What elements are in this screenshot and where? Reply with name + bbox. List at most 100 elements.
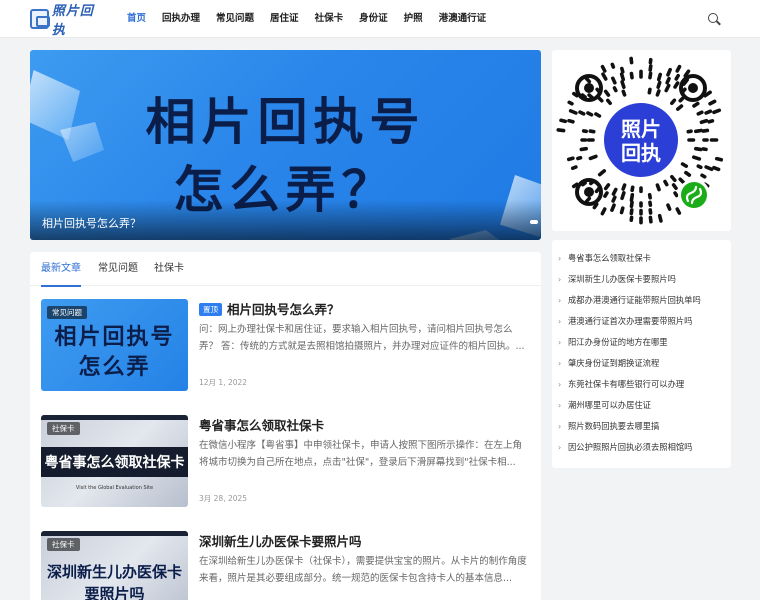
tab-latest[interactable]: 最新文章	[41, 252, 81, 287]
qr-code-mark	[629, 71, 634, 80]
qr-code-mark	[603, 191, 609, 198]
tab-social-security[interactable]: 社保卡	[154, 252, 184, 286]
sidebar-link[interactable]: › 深圳新生儿办医保卡要照片吗	[558, 269, 728, 289]
tab-faq[interactable]: 常见问题	[98, 252, 138, 286]
qr-code-mark	[629, 200, 634, 209]
sidebar-link[interactable]: › 阳江办身份证的地方在哪里	[558, 332, 728, 352]
qr-finder-eye-center	[688, 83, 698, 93]
category-tag[interactable]: 常见问题	[47, 306, 87, 319]
article-title-row: 置顶 相片回执号怎么弄？	[199, 299, 340, 318]
sidebar-link[interactable]: › 东莞社保卡有哪些银行可以办理	[558, 374, 728, 394]
article-item: 相片回执号 怎么弄 常见问题 置顶 相片回执号怎么弄？ 问：网上办理社保卡和居住证…	[41, 299, 529, 391]
banner-dot[interactable]	[530, 220, 538, 224]
nav-hk-macau-pass[interactable]: 港澳通行证	[431, 0, 495, 38]
qr-center-text: 照片	[621, 117, 661, 141]
article-title[interactable]: 深圳新生儿办医保卡要照片吗	[199, 531, 362, 550]
qr-code-mark	[692, 101, 700, 108]
qr-code-mark	[678, 177, 686, 185]
category-tag[interactable]: 社保卡	[47, 538, 80, 551]
thumb-title-2: 要照片吗	[84, 585, 145, 600]
chevron-right-icon: ›	[558, 254, 562, 263]
sidebar-link-label: 因公护照照片回执必须去照相馆吗	[568, 442, 693, 452]
main-nav: 首页 回执办理 常见问题 居住证 社保卡 身份证 护照 港澳通行证	[119, 0, 494, 38]
qr-code-mark	[570, 165, 578, 171]
qr-code-mark	[696, 164, 703, 170]
sidebar-link[interactable]: › 成都办港澳通行证能带照片回执单吗	[558, 290, 728, 310]
thumb-decoration	[41, 531, 188, 536]
qr-code-mark	[656, 72, 663, 82]
qr-code-mark	[611, 76, 617, 85]
qr-code-mark	[675, 207, 682, 215]
qr-code-mark	[701, 128, 710, 133]
article-item: 粤省事怎么领取社保卡 Visit the Global Evaluation S…	[41, 415, 529, 507]
sidebar-link[interactable]: › 粤省事怎么领取社保卡	[558, 248, 728, 268]
chevron-right-icon: ›	[558, 296, 562, 305]
wechat-mini-program-icon	[678, 179, 710, 211]
qr-code-mark	[600, 64, 607, 73]
qr-code-mark	[708, 99, 717, 106]
qr-code-mark	[630, 185, 635, 193]
qr-code-mark	[605, 98, 612, 106]
article-tabs: 最新文章 常见问题 社保卡	[30, 252, 541, 287]
sidebar-link[interactable]: › 照片数码回执要去哪里搞	[558, 416, 728, 436]
qr-code-mark	[588, 154, 598, 161]
hero-banner[interactable]: 相片回执号 怎么弄？ 相片回执号怎么弄？	[30, 50, 541, 240]
nav-faq[interactable]: 常见问题	[208, 0, 262, 38]
nav-passport[interactable]: 护照	[396, 0, 431, 38]
nav-residence-permit[interactable]: 居住证	[262, 0, 307, 38]
sidebar-link[interactable]: › 港澳通行证首次办理需要带照片吗	[558, 311, 728, 331]
article-thumbnail[interactable]: 深圳新生儿办医保卡 要照片吗 社保卡	[41, 531, 188, 600]
sidebar-link-label: 港澳通行证首次办理需要带照片吗	[568, 316, 693, 326]
qr-code-mark	[619, 72, 626, 82]
qr-code-mark	[696, 110, 704, 116]
article-item: 深圳新生儿办医保卡 要照片吗 社保卡 深圳新生儿办医保卡要照片吗 在深圳给新生儿…	[41, 531, 529, 600]
qr-code-mark	[597, 169, 607, 177]
thumb-title-2: 怎么弄	[78, 354, 151, 380]
article-thumbnail[interactable]: 粤省事怎么领取社保卡 Visit the Global Evaluation S…	[41, 415, 188, 507]
article-title[interactable]: 粤省事怎么领取社保卡	[199, 415, 324, 434]
qr-code-mark	[567, 118, 575, 124]
sidebar-link[interactable]: › 肇庆身份证到期换证流程	[558, 353, 728, 373]
qr-code-mark	[704, 165, 714, 172]
article-title[interactable]: 相片回执号怎么弄？	[227, 302, 340, 317]
sidebar-link-label: 潮州哪里可以办居住证	[568, 400, 651, 410]
qr-code-mark	[714, 156, 724, 162]
sidebar-link-label: 东莞社保卡有哪些银行可以办理	[568, 379, 685, 389]
qr-code-mark	[666, 203, 672, 211]
qr-code-mark	[619, 206, 625, 215]
nav-social-security-card[interactable]: 社保卡	[307, 0, 352, 38]
qr-code-mark	[670, 174, 677, 183]
article-date: 3月 28, 2025	[199, 494, 248, 503]
mini-program-code[interactable]: 照片 回执	[555, 54, 727, 226]
qr-code-mark	[704, 109, 713, 115]
chevron-right-icon: ›	[558, 380, 562, 389]
thumb-decoration	[41, 415, 188, 420]
qr-code-mark	[603, 89, 611, 97]
qr-code-mark	[576, 155, 583, 161]
nav-receipt-service[interactable]: 回执办理	[154, 0, 208, 38]
site-logo[interactable]: 照片回执	[30, 4, 98, 38]
article-thumbnail[interactable]: 相片回执号 怎么弄 常见问题	[41, 299, 188, 391]
qr-code-mark	[601, 72, 608, 81]
banner-headline: 相片回执号	[145, 92, 426, 151]
qr-code-mark	[699, 118, 709, 125]
nav-home[interactable]: 首页	[119, 0, 154, 38]
qr-code-mark	[671, 183, 678, 190]
qr-finder-eye-center	[584, 83, 594, 93]
qr-code-mark	[670, 98, 677, 106]
qr-code-mark	[700, 173, 707, 179]
search-icon[interactable]	[706, 11, 722, 27]
qr-code-mark	[584, 76, 592, 84]
chevron-right-icon: ›	[558, 359, 562, 368]
sidebar-link[interactable]: › 潮州哪里可以办居住证	[558, 395, 728, 415]
category-tag[interactable]: 社保卡	[47, 422, 80, 435]
qr-code-mark	[603, 183, 611, 191]
banner-caption[interactable]: 相片回执号怎么弄？	[42, 215, 141, 231]
qr-code-mark	[579, 146, 588, 152]
thumb-small-text: Visit the Global Evaluation Site	[75, 485, 154, 491]
qr-code-mark	[648, 215, 653, 224]
qr-code-mark	[655, 89, 661, 97]
sidebar-link[interactable]: › 因公护照照片回执必须去照相馆吗	[558, 437, 728, 457]
article-excerpt: 在微信小程序【粤省事】中申领社保卡，申请人按照下图所示操作：在左上角将城市切换为…	[199, 440, 523, 468]
nav-id-card[interactable]: 身份证	[351, 0, 396, 38]
